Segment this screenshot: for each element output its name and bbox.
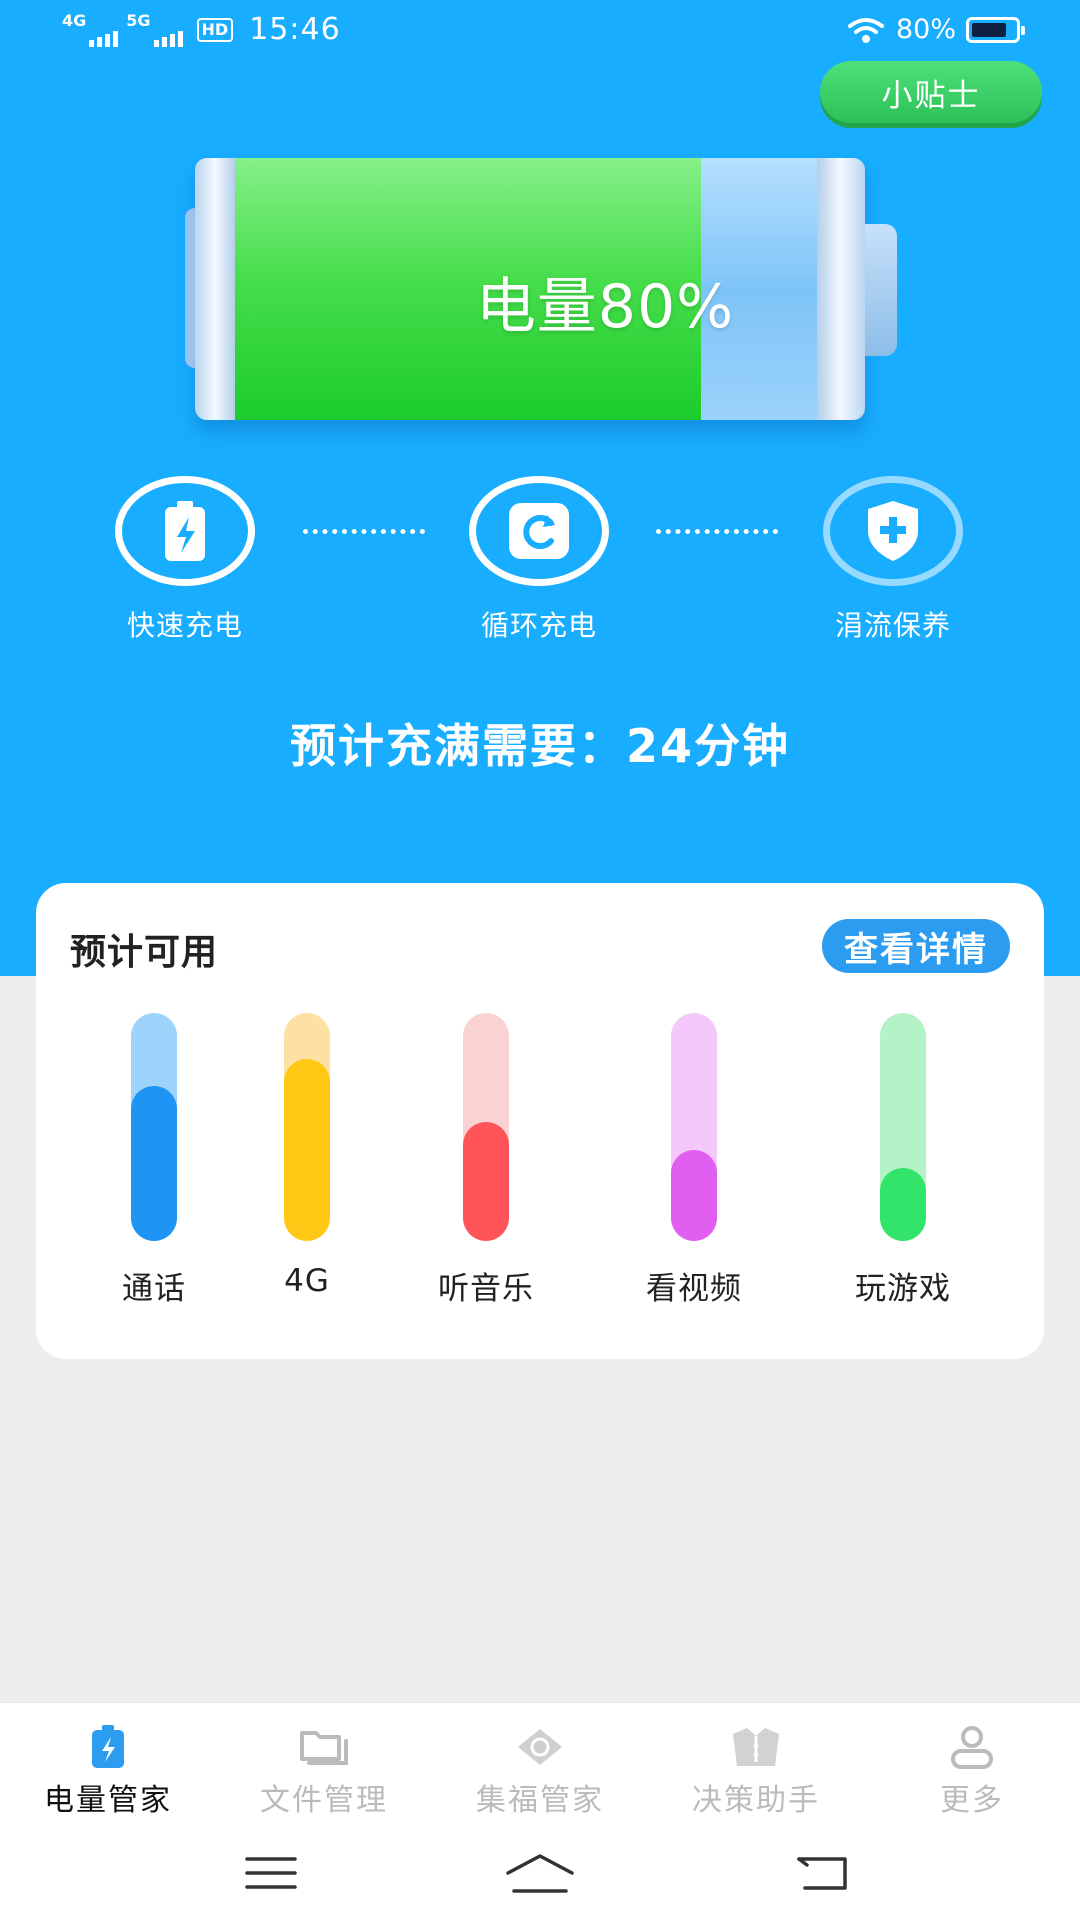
signal-5g: 5G <box>126 10 183 47</box>
tips-button[interactable]: 小贴士 <box>820 61 1042 123</box>
mode-circle <box>115 476 255 586</box>
charge-time-estimate: 预计充满需要：24分钟 <box>289 719 790 773</box>
usage-bar-fill <box>284 1058 330 1241</box>
status-left: 4G 5G HD 15:46 <box>62 12 341 47</box>
signal-4g: 4G <box>62 10 119 47</box>
nav-label: 更多 <box>940 1783 1004 1818</box>
status-time: 15:46 <box>249 12 341 47</box>
status-right: 80% <box>846 14 1025 45</box>
nav-battery-manager[interactable]: 电量管家 <box>8 1725 208 1819</box>
mode-circle <box>823 476 963 586</box>
menu-button[interactable] <box>231 1843 311 1903</box>
nav-file-manager[interactable]: 文件管理 <box>224 1725 424 1819</box>
usage-bar <box>284 1013 330 1241</box>
nav-label: 电量管家 <box>44 1783 172 1818</box>
battery-terminal <box>865 224 897 356</box>
battery-ring-right <box>817 158 865 420</box>
battery-ring-left <box>195 158 235 420</box>
mode-label: 循环充电 <box>480 609 597 642</box>
home-icon <box>506 1854 574 1893</box>
status-bar: 4G 5G HD 15:46 80% <box>0 0 1080 66</box>
folder-icon <box>300 1731 348 1765</box>
signal-bars-icon <box>153 30 183 47</box>
back-button[interactable] <box>783 1843 863 1903</box>
mode-label: 快速充电 <box>126 609 243 642</box>
status-battery-icon <box>966 16 1025 43</box>
usage-bar <box>671 1013 717 1241</box>
mode-label: 涓流保养 <box>834 609 951 642</box>
usage-bar-fill <box>131 1085 177 1241</box>
usage-item-game: 玩游戏 <box>813 1013 993 1308</box>
network-type-label: 5G <box>126 10 151 30</box>
nav-more[interactable]: 更多 <box>872 1725 1072 1819</box>
signal-bars-icon <box>89 30 119 47</box>
usage-label: 看视频 <box>646 1271 742 1307</box>
usage-item-4g: 4G <box>217 1013 397 1299</box>
cycle-icon <box>509 503 569 559</box>
decision-icon <box>733 1728 779 1766</box>
usage-item-music: 听音乐 <box>396 1013 576 1308</box>
usage-label: 听音乐 <box>438 1271 534 1307</box>
usage-label: 4G <box>284 1263 330 1299</box>
mode-trickle-care[interactable]: 涓流保养 <box>813 476 973 644</box>
nav-label: 文件管理 <box>260 1783 388 1818</box>
system-navigation-bar <box>0 1843 1080 1913</box>
battery-level-label: 电量80% <box>475 272 735 342</box>
mode-fast-charge[interactable]: 快速充电 <box>105 476 265 644</box>
usage-bar-fill <box>463 1122 509 1241</box>
usage-bar <box>880 1013 926 1241</box>
battery-bolt-icon <box>165 501 205 561</box>
home-button[interactable] <box>500 1843 580 1903</box>
wifi-icon <box>847 17 884 43</box>
usage-bar <box>463 1013 509 1241</box>
usage-item-video: 看视频 <box>604 1013 784 1308</box>
back-icon <box>797 1857 847 1890</box>
usage-bar <box>131 1013 177 1241</box>
mode-connector <box>303 529 425 534</box>
nav-label: 决策助手 <box>692 1783 820 1818</box>
nav-fu-manager[interactable]: 集福管家 <box>440 1725 640 1819</box>
menu-icon <box>245 1857 297 1889</box>
mode-connector <box>656 529 778 534</box>
battery-percent-text: 80% <box>895 14 956 45</box>
hd-voice-icon: HD <box>196 17 234 42</box>
network-type-label: 4G <box>62 10 87 30</box>
card-title: 预计可用 <box>70 932 219 973</box>
mode-circle <box>469 476 609 586</box>
shield-plus-icon <box>868 501 918 561</box>
usage-bar-fill <box>671 1149 717 1241</box>
bottom-nav: 电量管家 文件管理 集福管家 决策助手 更多 <box>0 1702 1080 1920</box>
usage-bar-fill <box>880 1168 926 1241</box>
usage-label: 玩游戏 <box>855 1271 951 1307</box>
view-details-button[interactable]: 查看详情 <box>822 919 1010 973</box>
battery-level-graphic: 电量80% <box>185 158 905 420</box>
nav-decision-assistant[interactable]: 决策助手 <box>656 1725 856 1819</box>
person-icon <box>951 1726 993 1769</box>
nav-label: 集福管家 <box>476 1783 604 1818</box>
mode-cycle-charge[interactable]: 循环充电 <box>459 476 619 644</box>
usage-estimate-card: 预计可用 查看详情 通话 4G 听音乐 看视频 玩游戏 <box>36 883 1044 1359</box>
battery-bolt-icon <box>92 1725 124 1768</box>
fu-diamond-icon <box>518 1729 562 1765</box>
